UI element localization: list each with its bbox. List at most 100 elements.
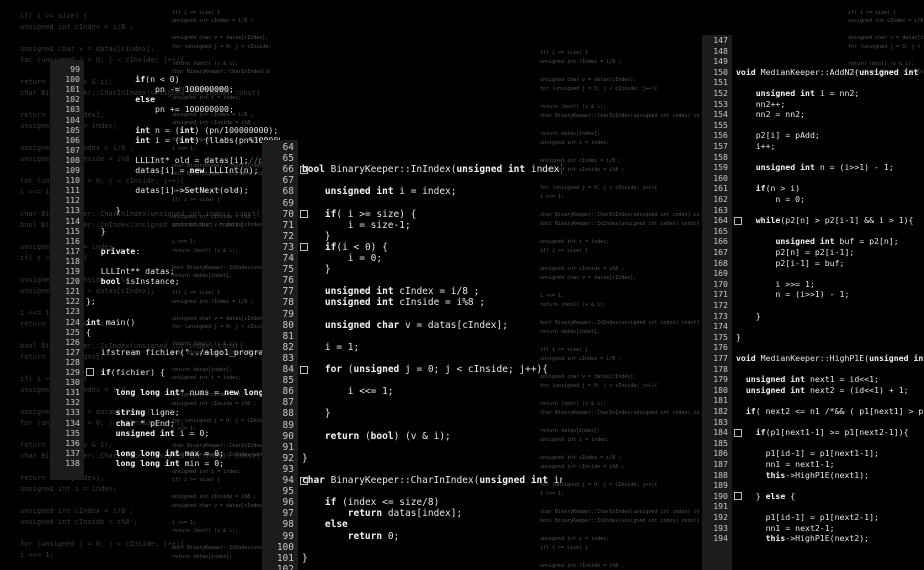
line-number: 184 bbox=[713, 427, 728, 438]
background-code-line: unsigned int cIndex = i/8 ; bbox=[540, 59, 622, 65]
line-number: 187 bbox=[713, 459, 728, 469]
code-line: if( i >= size) { bbox=[324, 208, 417, 220]
code-line: if(i < 0) { bbox=[324, 241, 388, 253]
code-line: if(n > i) bbox=[755, 183, 801, 194]
code-line: pn += 100000000; bbox=[86, 104, 234, 115]
line-number: 172 bbox=[713, 300, 728, 310]
code-line: i <<= 1; bbox=[302, 386, 394, 398]
background-code-line: bool BinaryKeeper::InIndex(unsigned int … bbox=[540, 221, 700, 227]
line-number: 164 bbox=[713, 215, 728, 226]
line-number: 103 bbox=[65, 104, 80, 115]
fold-toggle-icon[interactable] bbox=[300, 365, 308, 374]
line-number: 91 bbox=[282, 441, 294, 453]
fold-toggle-icon[interactable] bbox=[734, 492, 742, 501]
line-number: 152 bbox=[713, 88, 728, 98]
line-number: 64 bbox=[282, 142, 294, 153]
line-number: 97 bbox=[282, 508, 294, 520]
line-number: 149 bbox=[713, 56, 728, 67]
line-number: 120 bbox=[65, 276, 80, 287]
code-line: bool isInstance; bbox=[100, 276, 180, 287]
code-line: ifstream fichier("../algo1_program bbox=[86, 346, 269, 357]
background-code-line: unsigned int cInside = i%8 ; bbox=[172, 494, 257, 500]
fold-toggle-icon[interactable] bbox=[300, 165, 308, 174]
code-line: if( next2 <= n1 /*&& ( p1[next1] > p1 bbox=[745, 406, 924, 416]
background-code-line: if( i >= size) { bbox=[20, 12, 88, 20]
code-line: } bbox=[302, 230, 331, 242]
code-line: if(p1[next1-1] >= p1[next2-1]){ bbox=[755, 427, 909, 438]
line-number: 163 bbox=[713, 204, 728, 215]
line-number: 100 bbox=[276, 541, 294, 553]
fold-toggle-icon[interactable] bbox=[734, 428, 742, 437]
line-number: 105 bbox=[65, 124, 80, 135]
line-number: 183 bbox=[713, 416, 728, 427]
line-number: 186 bbox=[713, 448, 728, 459]
line-number: 125 bbox=[65, 326, 80, 337]
background-code-line: return datas[index]; bbox=[172, 553, 233, 560]
fold-toggle-icon[interactable] bbox=[300, 476, 308, 485]
code-line: } bbox=[736, 310, 761, 321]
line-number: 148 bbox=[713, 45, 728, 56]
line-number: 68 bbox=[282, 186, 294, 198]
line-number: 113 bbox=[65, 205, 80, 216]
line-number: 123 bbox=[65, 306, 80, 317]
line-number: 70 bbox=[282, 208, 294, 220]
code-line: } bbox=[302, 408, 331, 420]
line-number: 117 bbox=[65, 245, 80, 256]
line-number: 170 bbox=[713, 278, 728, 289]
line-number: 98 bbox=[282, 519, 294, 531]
code-line: p2[i] = pAdd; bbox=[736, 130, 820, 141]
line-number: 193 bbox=[713, 522, 728, 533]
line-number: 104 bbox=[65, 114, 80, 125]
background-code-line: char BinaryKeeper::CharInIndex(unsigned … bbox=[540, 509, 700, 515]
background-code-line: i <<= 1; bbox=[20, 188, 54, 196]
code-line: nn2++; bbox=[736, 98, 786, 109]
code-line: for (unsigned j = 0; j < cInside; j++){ bbox=[324, 364, 548, 375]
line-number: 118 bbox=[65, 255, 80, 266]
background-code-line: return datas[index]; bbox=[540, 131, 601, 137]
code-line: unsigned int cIndex = i/8 ; bbox=[324, 286, 480, 298]
background-code-line: i <<= 1; bbox=[20, 551, 54, 559]
fold-toggle-icon[interactable] bbox=[86, 368, 94, 377]
line-number: 160 bbox=[713, 172, 728, 183]
line-number: 85 bbox=[282, 375, 294, 387]
line-number: 82 bbox=[282, 341, 294, 353]
background-code-line: unsigned char v = datas[cIndex]; bbox=[172, 35, 269, 41]
line-number: 74 bbox=[282, 253, 294, 264]
line-number: 182 bbox=[713, 406, 728, 416]
line-number: 114 bbox=[65, 215, 80, 226]
line-number: 109 bbox=[65, 165, 80, 175]
code-line: i = 1; bbox=[302, 341, 360, 353]
fold-toggle-icon[interactable] bbox=[300, 243, 308, 252]
line-number: 83 bbox=[282, 352, 294, 364]
fold-toggle-icon[interactable] bbox=[300, 210, 308, 219]
line-number: 110 bbox=[65, 175, 80, 186]
code-line: else bbox=[324, 519, 348, 531]
line-number: 80 bbox=[282, 319, 294, 331]
line-number: 67 bbox=[282, 175, 294, 187]
line-number: 178 bbox=[713, 363, 728, 374]
line-number: 88 bbox=[282, 408, 294, 420]
line-number: 73 bbox=[282, 241, 294, 253]
line-number: 128 bbox=[65, 356, 80, 367]
code-line: } bbox=[302, 452, 308, 464]
line-number: 158 bbox=[713, 151, 728, 162]
code-line: } bbox=[302, 552, 308, 564]
code-line: unsigned int next2 = (id<<1) + 1; bbox=[745, 384, 909, 395]
code-line: unsigned int i = index; bbox=[324, 186, 457, 198]
code-line: unsigned int next1 = id<<1; bbox=[745, 374, 879, 385]
line-number: 72 bbox=[282, 230, 294, 242]
fold-toggle-icon[interactable] bbox=[734, 216, 742, 225]
code-line: long long int* nums = new long bbox=[115, 387, 264, 398]
line-number: 75 bbox=[282, 264, 294, 276]
code-line: { bbox=[86, 326, 91, 337]
background-code-line: unsigned int cIndex = i/8 ; bbox=[848, 18, 924, 24]
line-number: 168 bbox=[713, 257, 728, 268]
background-code-line: char BinaryKeeper::CharInIndex(unsigned … bbox=[540, 212, 700, 218]
line-number: 92 bbox=[282, 452, 294, 464]
line-number: 129 bbox=[65, 367, 80, 377]
line-number: 167 bbox=[713, 247, 728, 257]
line-number: 81 bbox=[282, 330, 294, 342]
background-code-line: unsigned int i = index; bbox=[20, 485, 117, 493]
line-number: 159 bbox=[713, 162, 728, 173]
code-line: private: bbox=[100, 245, 141, 256]
